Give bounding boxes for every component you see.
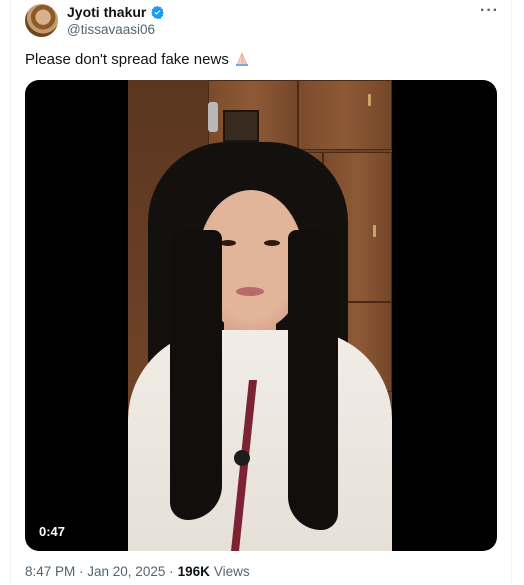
post-meta: 8:47 PM · Jan 20, 2025 · 196K Views	[25, 564, 250, 579]
views-label: Views	[213, 564, 250, 579]
video-frame	[128, 80, 392, 551]
post-text: Please don't spread fake news	[25, 51, 251, 68]
post-text-body: Please don't spread fake news	[25, 51, 229, 68]
avatar[interactable]	[25, 4, 58, 37]
author-name-row: Jyoti thakur	[67, 4, 165, 20]
post-timestamp[interactable]: 8:47 PM · Jan 20, 2025 ·	[25, 564, 174, 579]
video-player[interactable]: 0:47	[25, 80, 497, 551]
more-horizontal-icon[interactable]: ···	[480, 3, 499, 19]
folded-hands-icon	[233, 51, 251, 67]
tweet-card: Jyoti thakur @tissavaasi06 ··· Please do…	[10, 0, 512, 585]
verified-badge-icon	[150, 5, 165, 20]
author-handle[interactable]: @tissavaasi06	[67, 22, 155, 37]
views-count: 196K	[177, 564, 210, 579]
video-duration: 0:47	[39, 524, 66, 539]
author-display-name[interactable]: Jyoti thakur	[67, 4, 146, 20]
